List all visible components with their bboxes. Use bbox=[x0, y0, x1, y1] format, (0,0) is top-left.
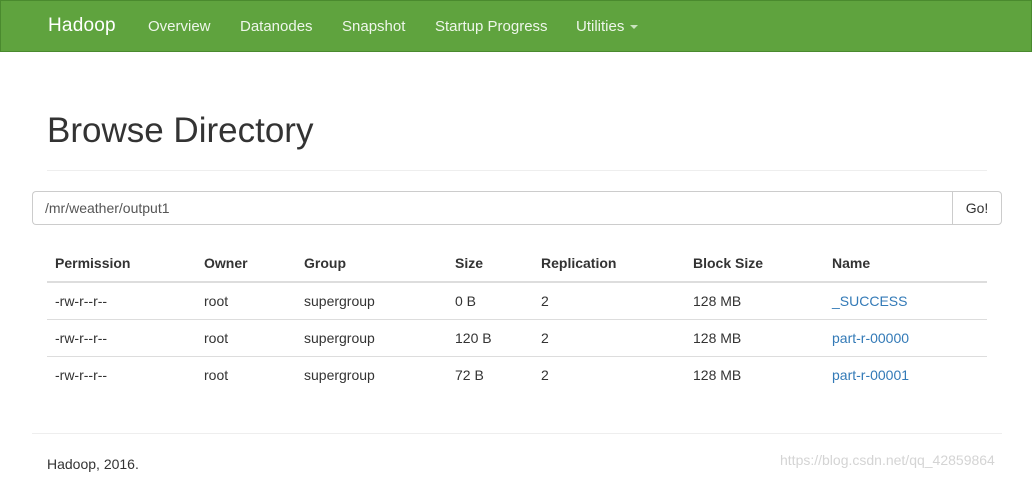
cell-permission: -rw-r--r-- bbox=[47, 282, 196, 320]
directory-listing-table: Permission Owner Group Size Replication … bbox=[47, 244, 987, 393]
top-navbar: Hadoop Overview Datanodes Snapshot Start… bbox=[0, 0, 1032, 52]
header-name[interactable]: Name bbox=[824, 244, 987, 283]
cell-block-size: 128 MB bbox=[693, 366, 742, 383]
path-form: Go! bbox=[32, 191, 1002, 225]
table-header-row: Permission Owner Group Size Replication … bbox=[47, 244, 987, 283]
go-button[interactable]: Go! bbox=[952, 191, 1002, 225]
file-link[interactable]: part-r-00000 bbox=[832, 330, 909, 346]
file-link[interactable]: part-r-00001 bbox=[832, 367, 909, 383]
cell-permission: -rw-r--r-- bbox=[55, 366, 108, 383]
cell-replication: 2 bbox=[533, 282, 685, 320]
cell-replication: 2 bbox=[533, 319, 685, 357]
nav-snapshot[interactable]: Snapshot bbox=[342, 18, 405, 35]
header-owner[interactable]: Owner bbox=[196, 244, 296, 283]
cell-size: 72 B bbox=[455, 366, 484, 383]
nav-utilities-dropdown[interactable]: Utilities bbox=[576, 18, 639, 35]
header-block-size[interactable]: Block Size bbox=[685, 244, 824, 283]
title-divider bbox=[47, 170, 987, 171]
cell-owner: root bbox=[204, 366, 229, 383]
cell-name: part-r-00001 bbox=[824, 356, 987, 393]
nav-overview[interactable]: Overview bbox=[148, 18, 211, 35]
watermark-text: https://blog.csdn.net/qq_42859864 bbox=[780, 452, 995, 468]
cell-name: _SUCCESS bbox=[824, 282, 987, 320]
cell-owner: root bbox=[196, 319, 296, 357]
file-link[interactable]: _SUCCESS bbox=[832, 293, 907, 309]
table-row: -rw-r--r-- root supergroup 72 B 2 128 MB… bbox=[47, 356, 987, 393]
cell-block-size: 128 MB bbox=[685, 282, 824, 320]
brand-link[interactable]: Hadoop bbox=[48, 15, 116, 37]
cell-owner: root bbox=[196, 282, 296, 320]
caret-down-icon bbox=[630, 25, 639, 30]
table-row: -rw-r--r-- root supergroup 120 B 2 128 M… bbox=[47, 319, 987, 357]
cell-group: supergroup bbox=[304, 366, 375, 383]
header-permission[interactable]: Permission bbox=[47, 244, 196, 283]
cell-replication: 2 bbox=[541, 366, 549, 383]
header-size[interactable]: Size bbox=[447, 244, 533, 283]
cell-group: supergroup bbox=[296, 282, 447, 320]
nav-utilities-label: Utilities bbox=[576, 18, 625, 35]
cell-permission: -rw-r--r-- bbox=[47, 319, 196, 357]
cell-name: part-r-00000 bbox=[824, 319, 987, 357]
nav-startup-progress[interactable]: Startup Progress bbox=[435, 18, 548, 35]
cell-group: supergroup bbox=[296, 319, 447, 357]
directory-path-input[interactable] bbox=[32, 191, 952, 225]
footer-divider bbox=[32, 433, 1002, 434]
cell-block-size: 128 MB bbox=[685, 319, 824, 357]
cell-size: 0 B bbox=[447, 282, 533, 320]
table-row: -rw-r--r-- root supergroup 0 B 2 128 MB … bbox=[47, 282, 987, 320]
page-title: Browse Directory bbox=[47, 111, 314, 150]
cell-size: 120 B bbox=[447, 319, 533, 357]
header-replication[interactable]: Replication bbox=[533, 244, 685, 283]
footer-text: Hadoop, 2016. bbox=[47, 456, 139, 472]
header-group[interactable]: Group bbox=[296, 244, 447, 283]
nav-datanodes[interactable]: Datanodes bbox=[240, 18, 313, 35]
